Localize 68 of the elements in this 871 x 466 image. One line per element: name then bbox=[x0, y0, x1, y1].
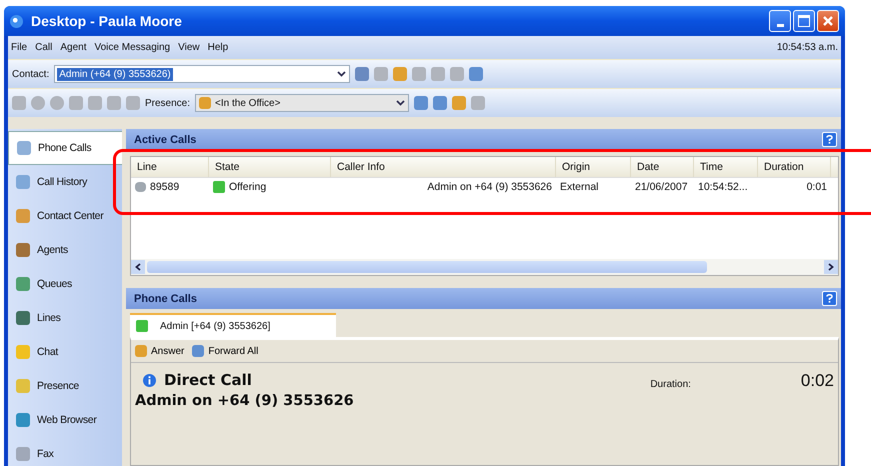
contact-value: Admin (+64 (9) 3553626) bbox=[57, 68, 173, 80]
sidebar-item[interactable]: Web Browser bbox=[8, 403, 122, 437]
circle-icon[interactable] bbox=[31, 96, 45, 110]
chevron-left-icon bbox=[135, 263, 141, 271]
column-header[interactable]: Duration bbox=[758, 157, 831, 177]
clock-text: 10:54:53 a.m. bbox=[776, 42, 838, 53]
menu-item[interactable]: File bbox=[11, 42, 28, 53]
presence-value: <In the Office> bbox=[215, 98, 280, 108]
table-cell: 89589 bbox=[150, 181, 180, 193]
sidebar-item[interactable]: Queues bbox=[8, 267, 122, 301]
column-header[interactable]: Line bbox=[131, 157, 209, 177]
sidebar-item[interactable]: Phone Calls bbox=[8, 131, 122, 165]
sidebar-item[interactable]: Chat bbox=[8, 335, 122, 369]
sidebar-item[interactable]: Contact Center bbox=[8, 199, 122, 233]
sidebar-item[interactable]: Call History bbox=[8, 165, 122, 199]
scrollbar-thumb[interactable] bbox=[147, 261, 707, 273]
table-cell: Offering bbox=[229, 181, 266, 193]
sidebar-item[interactable]: Lines bbox=[8, 301, 122, 335]
call-type: Direct Call bbox=[164, 371, 252, 389]
table-cell: 10:54:52... bbox=[698, 181, 748, 193]
column-header[interactable]: State bbox=[209, 157, 331, 177]
scroll-left-button[interactable] bbox=[131, 260, 145, 274]
horizontal-scrollbar[interactable] bbox=[131, 259, 838, 275]
panel-title: Active Calls bbox=[134, 134, 196, 146]
sidebar-item[interactable]: Fax bbox=[8, 437, 122, 466]
help-icon bbox=[826, 135, 833, 144]
call-tab[interactable]: Admin [+64 (9) 3553626] bbox=[130, 313, 336, 337]
presence-label: Presence: bbox=[145, 98, 190, 108]
forward-button[interactable]: Forward All bbox=[192, 345, 258, 357]
scroll-right-button[interactable] bbox=[824, 260, 838, 274]
caller-text: Admin on +64 (9) 3553626 bbox=[135, 393, 355, 409]
column-header[interactable]: Time bbox=[694, 157, 758, 177]
table-cell: Admin on +64 (9) 3553626 bbox=[427, 181, 552, 193]
info-icon bbox=[143, 374, 156, 386]
contact-combo-box[interactable]: Admin (+64 (9) 3553626) bbox=[54, 65, 350, 83]
menu-item[interactable]: Call bbox=[35, 42, 52, 53]
column-header[interactable]: Date bbox=[631, 157, 694, 177]
presence-combo-box[interactable]: <In the Office> bbox=[195, 94, 410, 112]
answer-button[interactable]: Answer bbox=[135, 345, 184, 357]
help-button[interactable] bbox=[822, 132, 837, 147]
duration-value: 0:02 bbox=[800, 371, 834, 391]
app-logo-icon bbox=[10, 14, 23, 28]
table-cell: 0:01 bbox=[806, 181, 827, 193]
window-title: Desktop - Paula Moore bbox=[31, 13, 182, 29]
sidebar-item[interactable]: Presence bbox=[8, 369, 122, 403]
menu-item[interactable]: Help bbox=[208, 42, 228, 53]
menu-item[interactable]: Agent bbox=[60, 42, 86, 53]
table-cell: 21/06/2007 bbox=[635, 181, 688, 193]
table-cell: External bbox=[560, 181, 599, 193]
tab-label: Admin [+64 (9) 3553626] bbox=[160, 320, 270, 332]
chevron-down-icon bbox=[396, 100, 406, 106]
duration-label: Duration: bbox=[650, 379, 691, 390]
close-button[interactable] bbox=[817, 10, 839, 32]
maximize-button[interactable] bbox=[793, 10, 815, 32]
circle-icon[interactable] bbox=[50, 96, 64, 110]
help-button[interactable] bbox=[822, 291, 837, 306]
contact-label: Contact: bbox=[12, 68, 50, 80]
sidebar-item[interactable]: Agents bbox=[8, 233, 122, 267]
menu-item[interactable]: Voice Messaging bbox=[94, 42, 170, 53]
menu-item[interactable]: View bbox=[178, 42, 200, 53]
panel-title: Phone Calls bbox=[134, 292, 197, 304]
column-header[interactable]: Origin bbox=[556, 157, 631, 177]
close-icon bbox=[821, 14, 835, 28]
column-header[interactable]: Caller Info bbox=[331, 157, 556, 177]
chevron-right-icon bbox=[828, 263, 834, 271]
chevron-down-icon bbox=[337, 71, 346, 77]
help-icon bbox=[826, 294, 833, 303]
minimize-button[interactable] bbox=[769, 10, 791, 32]
